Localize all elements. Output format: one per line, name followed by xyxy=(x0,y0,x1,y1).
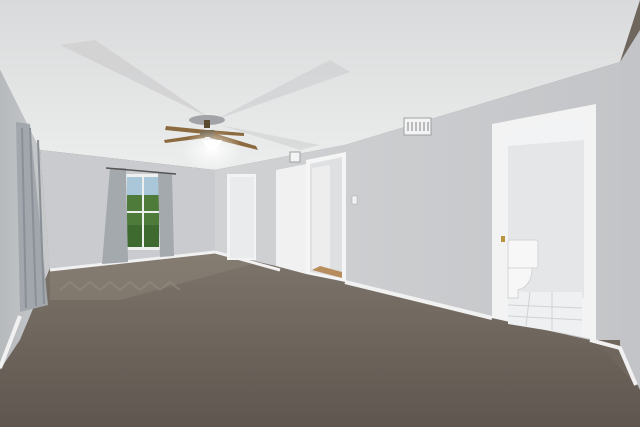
hvac-vent-small xyxy=(289,151,301,163)
far-right-wall xyxy=(620,30,640,390)
toilet-tank xyxy=(507,239,539,269)
closet-door xyxy=(230,177,254,258)
bedroom-door-open xyxy=(276,164,306,274)
window-curtain-right xyxy=(158,172,174,257)
bedroom-photo xyxy=(0,0,640,427)
hall-door-inside xyxy=(312,165,330,272)
room-illustration xyxy=(0,0,640,427)
door-hinge xyxy=(501,236,505,242)
light-switch xyxy=(351,195,358,205)
